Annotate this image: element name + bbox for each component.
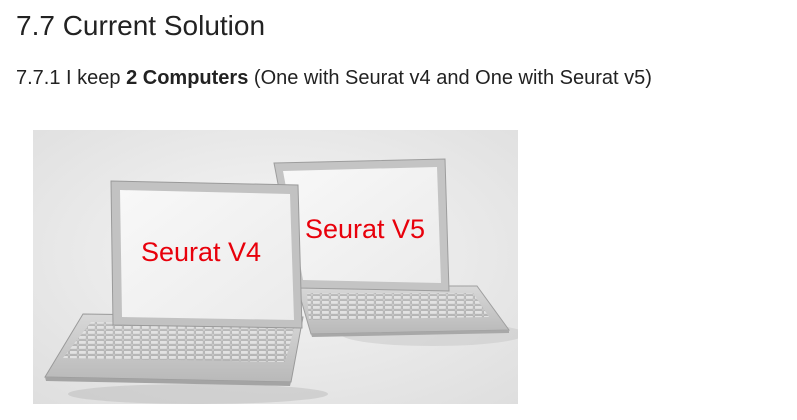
- front-laptop-label: Seurat V4: [141, 237, 261, 267]
- laptops-illustration: Seurat V5 Seurat V4: [33, 130, 518, 404]
- back-laptop-label: Seurat V5: [305, 214, 425, 244]
- subsection-bold-text: 2 Computers: [126, 67, 249, 89]
- laptops-image: Seurat V5 Seurat V4: [33, 130, 518, 404]
- subsection-heading: 7.7.1 I keep 2 Computers (One with Seura…: [16, 64, 652, 92]
- subsection-number: 7.7.1: [16, 67, 61, 89]
- back-laptop-keyboard: [307, 293, 489, 320]
- subsection-text-after: (One with Seurat v4 and One with Seurat …: [253, 67, 652, 89]
- subsection-text-before: I keep: [66, 67, 121, 89]
- front-laptop-keyboard: [63, 322, 295, 362]
- section-title: 7.7 Current Solution: [16, 10, 266, 41]
